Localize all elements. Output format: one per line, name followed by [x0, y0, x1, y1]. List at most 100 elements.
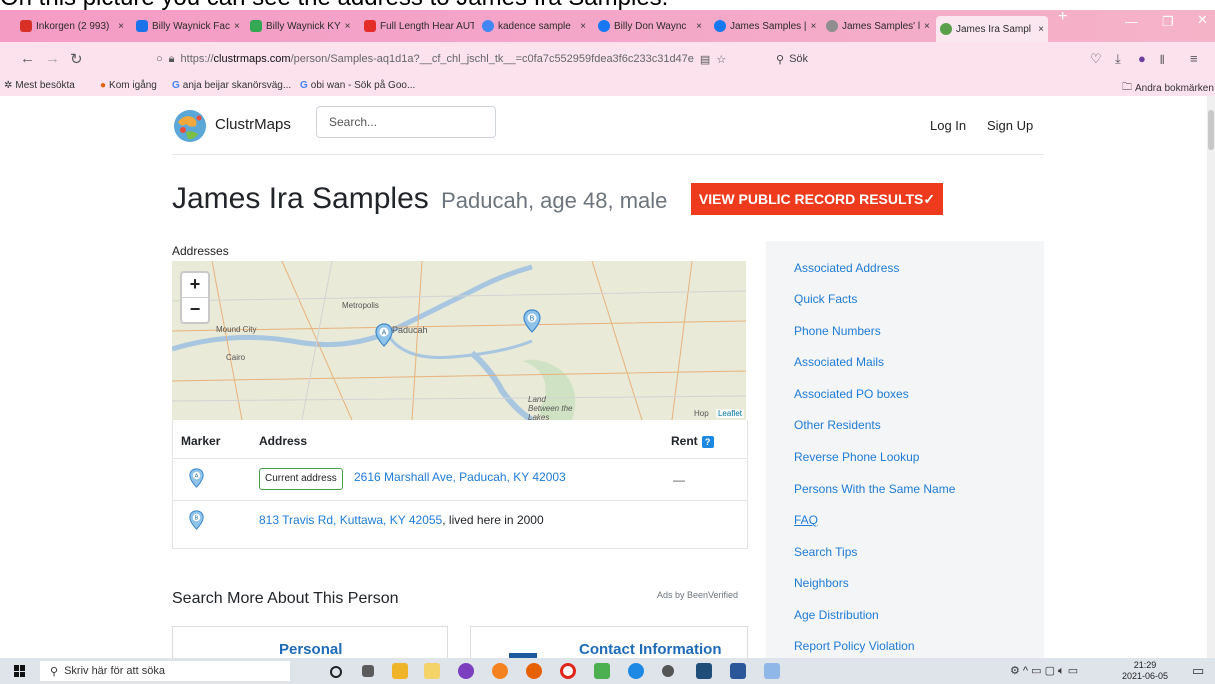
contact-card[interactable]: Contact Information	[470, 626, 748, 658]
close-icon[interactable]: ×	[345, 21, 351, 32]
map-marker-a[interactable]: A	[375, 323, 393, 347]
mail-icon	[20, 20, 32, 32]
tab-james-ira-samples[interactable]: James Ira Sampl ×	[936, 16, 1048, 42]
sidebar-item-report-violation[interactable]: Report Policy Violation	[794, 639, 915, 653]
task-view-icon[interactable]	[362, 665, 374, 677]
tab-billy-waynick-fac[interactable]: Billy Waynick Fac ×	[132, 14, 242, 38]
tab-label: Billy Don Waync	[614, 20, 687, 32]
tab-billy-don[interactable]: Billy Don Waync ×	[594, 14, 706, 38]
login-link[interactable]: Log In	[930, 118, 966, 133]
address-link[interactable]: 813 Travis Rd, Kuttawa, KY 42055	[259, 513, 442, 527]
taskbar-search-input[interactable]: ⚲ Skriv här för att söka	[40, 661, 290, 681]
bookmark-kom-igang[interactable]: ● Kom igång	[100, 80, 157, 91]
url-bar[interactable]: ○ 🔒︎ https://clustrmaps.com/person/Sampl…	[156, 48, 758, 70]
app-icon[interactable]	[492, 663, 508, 679]
folder-icon: 🗀	[1122, 82, 1132, 93]
bookmark-obi-wan[interactable]: Gobi wan - Sök på Goo...	[300, 80, 415, 91]
sidebar-item-age-distribution[interactable]: Age Distribution	[794, 608, 879, 622]
file-explorer-icon[interactable]	[392, 663, 408, 679]
sidebar-item-associated-mails[interactable]: Associated Mails	[794, 355, 884, 369]
map-marker-b[interactable]: B	[523, 309, 541, 333]
brand-name[interactable]: ClustrMaps	[215, 116, 291, 133]
tab-james-samples-2[interactable]: James Samples' l ×	[822, 14, 930, 38]
close-window-icon[interactable]: ✕	[1197, 12, 1208, 28]
system-tray-icons[interactable]: ⚙ ^ ▭ ▢ 🔈︎ ▭	[1010, 664, 1078, 678]
new-tab-button[interactable]: +	[1058, 8, 1067, 26]
address-link[interactable]: 2616 Marshall Ave, Paducah, KY 42003	[354, 470, 566, 484]
library-icon[interactable]: 𝍪	[1160, 51, 1164, 73]
zoom-in-button[interactable]: +	[182, 273, 208, 297]
close-icon[interactable]: ×	[1038, 24, 1044, 35]
firefox-icon[interactable]	[526, 663, 542, 679]
forward-arrow-icon[interactable]: →	[45, 50, 60, 67]
edge-icon[interactable]	[628, 663, 644, 679]
sidebar-item-neighbors[interactable]: Neighbors	[794, 576, 849, 590]
cortana-icon[interactable]	[330, 666, 342, 678]
sidebar-item-other-residents[interactable]: Other Residents	[794, 418, 881, 432]
row-divider	[173, 458, 747, 459]
photos-icon[interactable]	[696, 663, 712, 679]
taskbar-search-placeholder: Skriv här för att söka	[64, 665, 165, 677]
map-label: Hop	[694, 409, 709, 418]
sidebar-item-po-boxes[interactable]: Associated PO boxes	[794, 387, 909, 401]
restore-icon[interactable]: ❐	[1162, 14, 1174, 30]
reader-icon[interactable]: ▤	[700, 53, 710, 66]
word-icon[interactable]	[730, 663, 746, 679]
page-content: ClustrMaps Search... Log In Sign Up Jame…	[0, 96, 1207, 658]
personal-card[interactable]: Personal	[172, 626, 448, 658]
sidebar-item-reverse-phone[interactable]: Reverse Phone Lookup	[794, 450, 919, 464]
browser-search-field[interactable]: ⚲ Sök	[770, 48, 1006, 70]
pocket-icon[interactable]: ♡	[1090, 51, 1102, 67]
tab-james-samples[interactable]: James Samples | ×	[710, 14, 820, 38]
sidebar-item-associated-address[interactable]: Associated Address	[794, 261, 899, 275]
close-icon[interactable]: ×	[234, 21, 240, 32]
app-icon[interactable]	[458, 663, 474, 679]
account-icon[interactable]: ●	[1138, 51, 1146, 66]
other-bookmarks[interactable]: 🗀 Andra bokmärken	[1122, 80, 1214, 97]
taskbar-clock[interactable]: 21:29 2021-06-05	[1122, 660, 1168, 682]
signup-link[interactable]: Sign Up	[987, 118, 1033, 133]
windows-start-icon[interactable]	[14, 665, 26, 677]
view-records-button[interactable]: VIEW PUBLIC RECORD RESULTS✓	[691, 183, 943, 215]
back-arrow-icon[interactable]: ←	[20, 50, 35, 67]
map-attribution[interactable]: Leaflet	[715, 409, 744, 418]
tab-inkorgen[interactable]: Inkorgen (2 993) ×	[16, 14, 128, 38]
reload-icon[interactable]: ↻	[70, 50, 83, 68]
bookmark-anja[interactable]: Ganja beijar skanörsväg...	[172, 80, 291, 91]
address-note: , lived here in 2000	[442, 513, 544, 527]
settings-icon[interactable]	[662, 665, 674, 677]
opera-icon[interactable]	[560, 663, 576, 679]
menu-icon[interactable]: ≡	[1190, 51, 1198, 66]
minimize-icon[interactable]: —	[1125, 14, 1138, 29]
sidebar-item-quick-facts[interactable]: Quick Facts	[794, 292, 857, 306]
tab-full-length[interactable]: Full Length Hear AUTOMATISK UPPSPEL×	[360, 14, 474, 38]
bookmark-mest-besokta[interactable]: ✲ Mest besökta	[4, 80, 75, 91]
address-table: Marker Address Rent? A Current address 2…	[172, 420, 748, 549]
bookmark-label: Kom igång	[109, 80, 157, 91]
sidebar-item-phone-numbers[interactable]: Phone Numbers	[794, 324, 881, 338]
help-icon[interactable]: ?	[701, 436, 714, 448]
close-icon[interactable]: ×	[696, 21, 702, 32]
tab-kadence[interactable]: kadence sample ×	[478, 14, 590, 38]
sidebar-item-same-name[interactable]: Persons With the Same Name	[794, 482, 955, 496]
scrollbar-thumb[interactable]	[1208, 110, 1214, 150]
tab-billy-waynick-ky[interactable]: Billy Waynick KY ×	[246, 14, 354, 38]
clustrmaps-logo[interactable]	[172, 108, 208, 144]
app-icon[interactable]	[424, 663, 440, 679]
notification-icon[interactable]: ▭	[1192, 663, 1204, 679]
close-icon[interactable]: ×	[924, 21, 930, 32]
zoom-out-button[interactable]: −	[182, 297, 208, 322]
close-icon[interactable]: ×	[580, 21, 586, 32]
close-icon[interactable]: ×	[118, 21, 124, 32]
address-map[interactable]: + − Metropolis Mound City Paducah Cairo …	[172, 261, 746, 420]
close-icon[interactable]: ×	[811, 21, 817, 32]
bookmark-label: anja beijar skanörsväg...	[182, 80, 292, 91]
sidebar-item-search-tips[interactable]: Search Tips	[794, 545, 857, 559]
app-icon[interactable]	[764, 663, 780, 679]
sidebar-item-faq[interactable]: FAQ	[794, 513, 818, 527]
download-icon[interactable]: ⤓	[1115, 51, 1121, 67]
app-icon[interactable]	[594, 663, 610, 679]
site-search-input[interactable]: Search...	[316, 106, 496, 138]
bookmark-star-icon[interactable]: ☆	[716, 53, 726, 66]
page-scrollbar[interactable]	[1207, 96, 1215, 658]
